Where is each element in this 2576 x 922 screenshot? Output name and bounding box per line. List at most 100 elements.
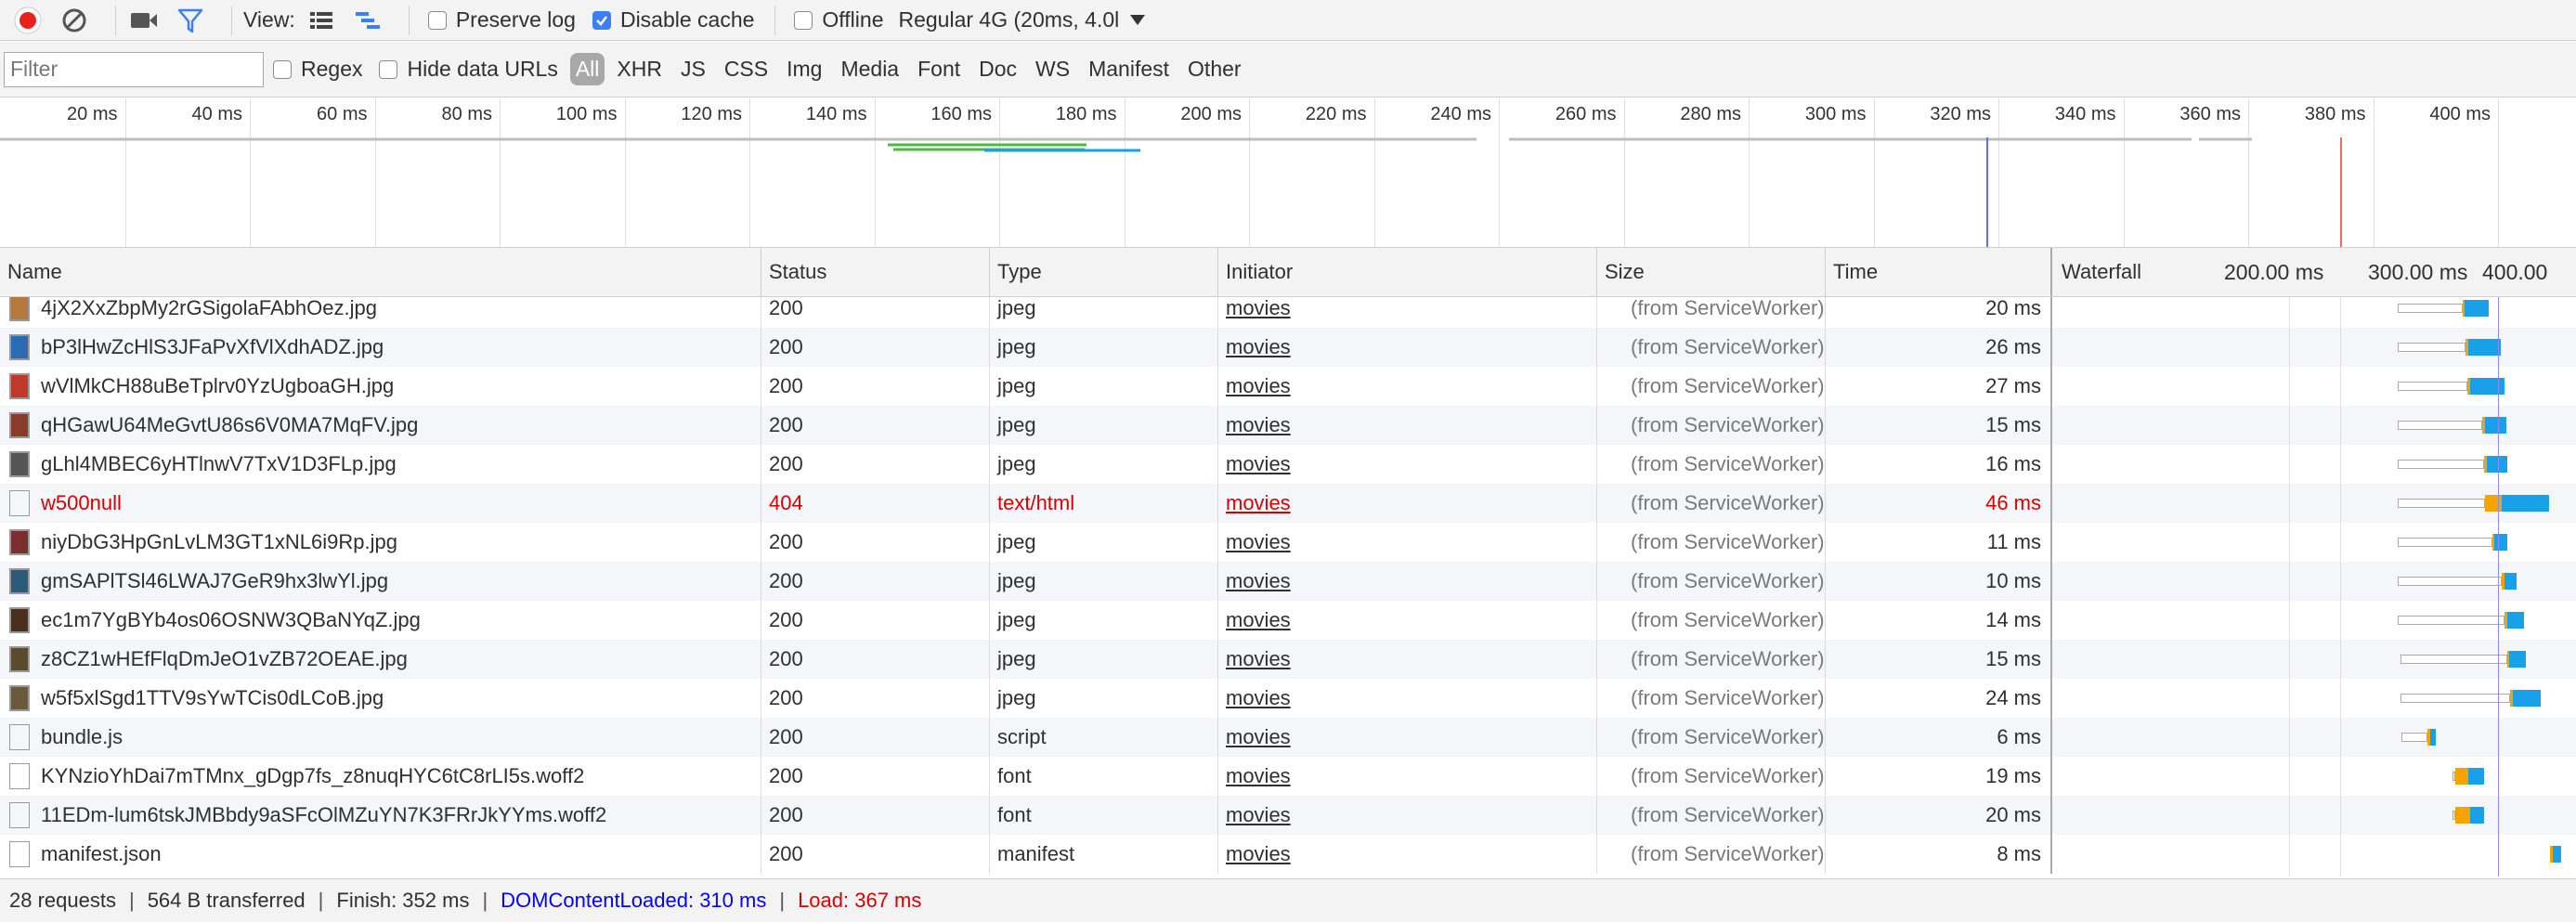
cell-type: font — [997, 764, 1032, 787]
cell-initiator[interactable]: movies — [1226, 491, 1291, 514]
table-row[interactable]: w5f5xlSgd1TTV9sYwTCis0dLCoB.jpg 200 jpeg mo… — [0, 679, 2576, 718]
table-row[interactable]: ec1m7YgBYb4os06OSNW3QBaNYqZ.jpg 200 jpeg mo… — [0, 601, 2576, 640]
table-row[interactable]: gLhl4MBEC6yHTlnwV7TxV1D3FLp.jpg 200 jpeg mo… — [0, 445, 2576, 484]
table-row[interactable]: z8CZ1wHEfFlqDmJeO1vZB72OEAE.jpg 200 jpeg mo… — [0, 640, 2576, 679]
disable-cache-checkbox[interactable] — [592, 10, 611, 30]
table-row[interactable]: 4jX2XxZbpMy2rGSigolaFAbhOez.jpg 200 jpeg mo… — [0, 297, 2576, 328]
cell-name[interactable]: gmSAPlTSl46LWAJ7GeR9hx3lwYl.jpg — [41, 569, 388, 592]
cell-name[interactable]: wVlMkCH88uBeTplrv0YzUgboaGH.jpg — [41, 374, 394, 397]
cell-name[interactable]: z8CZ1wHEfFlqDmJeO1vZB72OEAE.jpg — [41, 647, 408, 670]
table-row[interactable]: KYNzioYhDai7mTMnx_gDgp7fs_z8nuqHYC6tC8rL… — [0, 757, 2576, 796]
type-filter-css[interactable]: CSS — [718, 57, 774, 82]
cell-initiator[interactable]: movies — [1226, 764, 1291, 787]
cell-initiator[interactable]: movies — [1226, 725, 1291, 748]
table-cell: jpeg — [990, 445, 1218, 484]
table-row[interactable]: niyDbG3HpGnLvLM3GT1xNL6i9Rp.jpg 200 jpeg mo… — [0, 523, 2576, 562]
column-header-size[interactable]: Size — [1597, 248, 1826, 296]
table-row[interactable]: qHGawU64MeGvtU86s6V0MA7MqFV.jpg 200 jpeg mo… — [0, 406, 2576, 445]
record-icon[interactable] — [11, 4, 45, 37]
video-camera-icon[interactable] — [127, 4, 161, 37]
column-header-waterfall[interactable]: Waterfall 200.00 ms 300.00 ms 400.00 — [2054, 248, 2576, 296]
cell-name[interactable]: bP3lHwZcHlS3JFaPvXfVlXdhADZ.jpg — [41, 335, 384, 358]
cell-size: (from ServiceWorker) — [1631, 335, 1825, 358]
large-rows-icon[interactable] — [305, 4, 338, 37]
table-row[interactable]: bundle.js 200 script movies (from ServiceWor… — [0, 718, 2576, 757]
cell-type: jpeg — [997, 297, 1036, 319]
table-cell: 200 — [761, 679, 990, 718]
offline-checkbox[interactable] — [794, 10, 813, 30]
type-filter-font[interactable]: Font — [911, 57, 967, 82]
preserve-log-checkbox[interactable] — [427, 10, 447, 30]
table-cell: movies — [1218, 796, 1597, 835]
table-row[interactable]: manifest.json 200 manifest movies (from Serv… — [0, 835, 2576, 874]
cell-initiator[interactable]: movies — [1226, 413, 1291, 436]
table-row[interactable]: bP3lHwZcHlS3JFaPvXfVlXdhADZ.jpg 200 jpeg mo… — [0, 328, 2576, 367]
cell-initiator[interactable]: movies — [1226, 608, 1291, 631]
type-filter-all[interactable]: All — [569, 53, 605, 85]
cell-name[interactable]: ec1m7YgBYb4os06OSNW3QBaNYqZ.jpg — [41, 608, 421, 631]
cell-name[interactable]: niyDbG3HpGnLvLM3GT1xNL6i9Rp.jpg — [41, 530, 397, 553]
type-filter-js[interactable]: JS — [674, 57, 712, 82]
column-header-status[interactable]: Status — [761, 248, 990, 296]
cell-name[interactable]: bundle.js — [41, 725, 123, 748]
cell-initiator[interactable]: movies — [1226, 686, 1291, 709]
type-filter-doc[interactable]: Doc — [972, 57, 1023, 82]
column-header-time[interactable]: Time — [1826, 248, 2052, 296]
table-row[interactable]: wVlMkCH88uBeTplrv0YzUgboaGH.jpg 200 jpeg mo… — [0, 367, 2576, 406]
hide-data-urls-checkbox[interactable] — [379, 59, 398, 79]
cell-size: (from ServiceWorker) — [1631, 569, 1825, 592]
cell-type: jpeg — [997, 335, 1036, 358]
type-filter-media[interactable]: Media — [834, 57, 905, 82]
cell-name[interactable]: 4jX2XxZbpMy2rGSigolaFAbhOez.jpg — [41, 297, 377, 319]
regex-label: Regex — [301, 57, 363, 81]
type-filter-other[interactable]: Other — [1181, 57, 1248, 82]
cell-initiator[interactable]: movies — [1226, 452, 1291, 475]
cell-initiator[interactable]: movies — [1226, 374, 1291, 397]
cell-name[interactable]: w5f5xlSgd1TTV9sYwTCis0dLCoB.jpg — [41, 686, 384, 709]
cell-name[interactable]: gLhl4MBEC6yHTlnwV7TxV1D3FLp.jpg — [41, 452, 397, 475]
transferred-size: 564 B transferred — [147, 889, 306, 912]
waterfall-queue-bar — [2398, 421, 2482, 430]
regex-checkbox[interactable] — [273, 59, 292, 79]
cell-name[interactable]: qHGawU64MeGvtU86s6V0MA7MqFV.jpg — [41, 413, 418, 436]
table-cell: 24 ms — [1826, 679, 2052, 718]
type-filter-ws[interactable]: WS — [1029, 57, 1076, 82]
type-filter-xhr[interactable]: XHR — [610, 57, 669, 82]
chevron-down-icon[interactable] — [1128, 7, 1147, 32]
cell-initiator[interactable]: movies — [1226, 647, 1291, 670]
cell-name[interactable]: w500null — [41, 491, 122, 514]
filter-icon[interactable] — [174, 4, 207, 37]
filter-input[interactable]: Filter — [4, 51, 264, 87]
cell-initiator[interactable]: movies — [1226, 842, 1291, 865]
table-cell: movies — [1218, 297, 1597, 328]
cell-initiator[interactable]: movies — [1226, 569, 1291, 592]
cell-initiator[interactable]: movies — [1226, 530, 1291, 553]
column-header-initiator[interactable]: Initiator — [1218, 248, 1597, 296]
column-header-type[interactable]: Type — [990, 248, 1218, 296]
table-cell: jpeg — [990, 562, 1218, 601]
waterfall-queue-bar — [2398, 304, 2463, 313]
cell-name[interactable]: KYNzioYhDai7mTMnx_gDgp7fs_z8nuqHYC6tC8rL… — [41, 764, 584, 787]
cell-size: (from ServiceWorker) — [1631, 452, 1825, 475]
type-filter-img[interactable]: Img — [780, 57, 828, 82]
waterfall-waiting-bar — [2455, 768, 2468, 785]
table-cell: movies — [1218, 640, 1597, 679]
cell-initiator[interactable]: movies — [1226, 803, 1291, 826]
column-header-name[interactable]: Name — [0, 248, 761, 296]
table-row[interactable]: gmSAPlTSl46LWAJ7GeR9hx3lwYl.jpg 200 jpeg mo… — [0, 562, 2576, 601]
cell-initiator[interactable]: movies — [1226, 335, 1291, 358]
overview-timeline[interactable]: 20 ms 40 ms 60 ms 80 ms 100 ms 120 ms 140 ms 16… — [0, 98, 2576, 248]
cell-name[interactable]: 11EDm-lum6tskJMBbdy9aSFcOlMZuYN7K3FRrJkY… — [41, 803, 606, 826]
table-cell: 200 — [761, 523, 990, 562]
clear-icon[interactable] — [58, 4, 91, 37]
cell-initiator[interactable]: movies — [1226, 297, 1291, 319]
throttling-select[interactable]: Regular 4G (20ms, 4.0l — [898, 7, 1119, 32]
table-cell: movies — [1218, 445, 1597, 484]
resource-type-filters: All XHR JS CSS Img Media Font Doc WS Manifest Othe… — [567, 53, 1251, 85]
table-cell: bP3lHwZcHlS3JFaPvXfVlXdhADZ.jpg — [0, 328, 761, 367]
overview-waterfall-icon[interactable] — [351, 4, 384, 37]
table-row[interactable]: 11EDm-lum6tskJMBbdy9aSFcOlMZuYN7K3FRrJkY… — [0, 796, 2576, 835]
type-filter-manifest[interactable]: Manifest — [1082, 57, 1176, 82]
cell-name[interactable]: manifest.json — [41, 842, 162, 865]
table-row[interactable]: w500null 404 text/html movies (from ServiceW… — [0, 484, 2576, 523]
